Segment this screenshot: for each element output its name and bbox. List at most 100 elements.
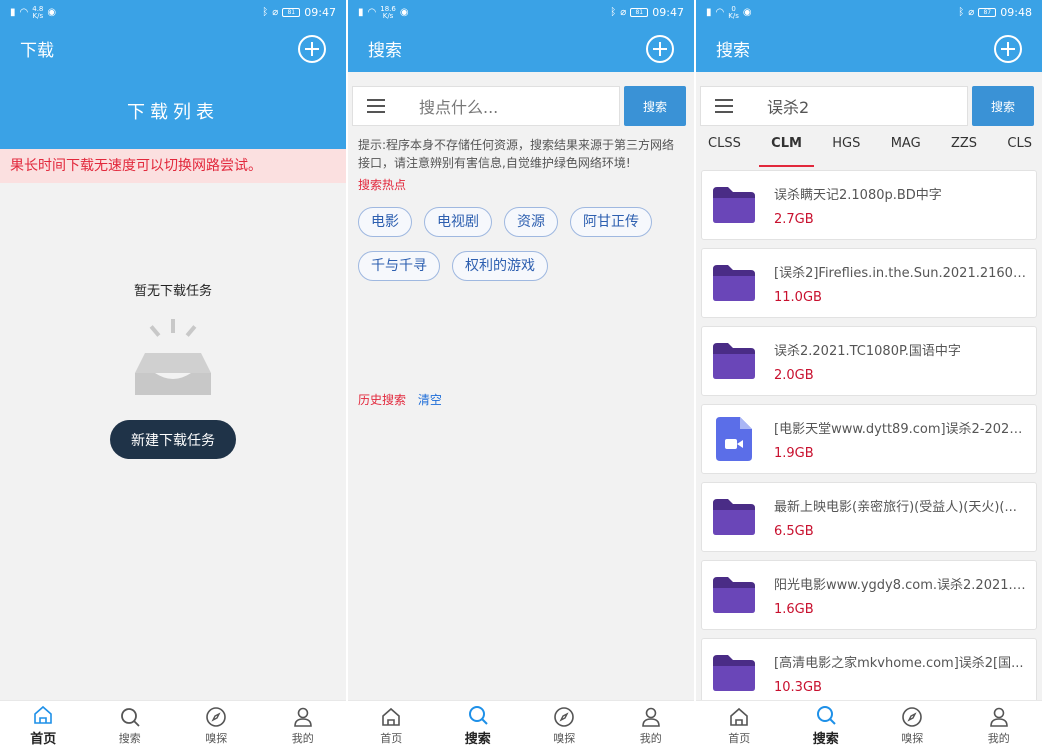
nav-search[interactable]: 搜索: [87, 701, 174, 750]
hot-tag[interactable]: 电影: [358, 207, 412, 237]
result-name: 误杀2.2021.TC1080P.国语中字: [774, 343, 961, 359]
result-item[interactable]: [误杀2]Fireflies.in.the.Sun.2021.2160p....…: [701, 248, 1037, 318]
search-icon: [120, 707, 140, 727]
nav-search[interactable]: 搜索: [435, 701, 522, 750]
empty-state: 暂无下载任务: [0, 280, 346, 397]
search-bar: 误杀2 搜索: [696, 72, 1042, 126]
eye-icon: ◉: [399, 7, 409, 18]
folder-icon: [710, 571, 758, 619]
result-size: 1.6GB: [774, 601, 814, 617]
bluetooth-icon: ᛒ: [958, 7, 965, 18]
search-button[interactable]: 搜索: [972, 86, 1034, 126]
search-placeholder: 搜点什么...: [419, 98, 499, 117]
mute-icon: ⌀: [620, 7, 627, 18]
status-bar: ▮ ◠ 4.8 K/s ◉ ᛒ ⌀ 81 09:47: [0, 0, 346, 25]
mute-icon: ⌀: [272, 7, 279, 18]
nav-label: 搜索: [812, 732, 839, 747]
nav-mine[interactable]: 我的: [956, 701, 1042, 750]
search-icon: [816, 706, 836, 725]
nav-label: 嗅探: [553, 731, 576, 745]
nav-label: 搜索: [118, 731, 141, 745]
search-icon: [468, 706, 488, 725]
hot-tag[interactable]: 权利的游戏: [452, 251, 548, 281]
hot-tags: 电影 电视剧 资源 阿甘正传 千与千寻 权利的游戏: [348, 193, 694, 281]
tab-clm[interactable]: CLM: [759, 136, 814, 167]
tab-mag[interactable]: MAG: [891, 136, 921, 166]
battery-icon: 81: [630, 8, 649, 17]
home-icon: [34, 705, 53, 724]
bluetooth-icon: ᛒ: [610, 7, 617, 18]
net-speed: 0 K/s: [728, 4, 739, 20]
result-item[interactable]: 误杀2.2021.TC1080P.国语中字 2.0GB: [701, 326, 1037, 396]
search-input[interactable]: 误杀2: [700, 86, 968, 126]
clock: 09:47: [304, 6, 336, 19]
source-tabs: CLSS CLM HGS MAG ZZS CLS: [696, 126, 1042, 167]
nav-search[interactable]: 搜索: [783, 701, 870, 750]
result-name: 阳光电影www.ygdy8.com.误杀2.2021.H...: [774, 577, 1028, 593]
result-size: 11.0GB: [774, 289, 822, 305]
search-screen: ▮ ◠ 18.6 K/s ◉ ᛒ ⌀ 81 09:47 搜索 搜点什么... 搜索…: [348, 0, 694, 750]
nav-label: 嗅探: [901, 731, 924, 745]
status-bar: ▮ ◠ 18.6 K/s ◉ ᛒ ⌀ 81 09:47: [348, 0, 694, 25]
search-bar: 搜点什么... 搜索: [348, 72, 694, 126]
add-icon[interactable]: [298, 34, 326, 63]
nav-mine[interactable]: 我的: [608, 701, 695, 750]
result-item[interactable]: 阳光电影www.ygdy8.com.误杀2.2021.H... 1.6GB: [701, 560, 1037, 630]
tab-cls[interactable]: CLS: [1007, 136, 1032, 166]
new-download-task-button[interactable]: 新建下载任务: [110, 420, 236, 459]
tab-clss[interactable]: CLSS: [708, 136, 741, 166]
result-size: 6.5GB: [774, 523, 814, 539]
clear-history-link[interactable]: 清空: [418, 393, 442, 407]
hot-search-title: 搜索热点: [358, 178, 407, 192]
app-bar: 搜索: [696, 25, 1042, 72]
search-button[interactable]: 搜索: [624, 86, 686, 126]
nav-home[interactable]: 首页: [0, 701, 87, 750]
result-item[interactable]: 误杀瞒天记2.1080p.BD中字 2.7GB: [701, 170, 1037, 240]
nav-label: 首页: [380, 731, 403, 745]
bottom-nav: 首页 搜索 嗅探 我的: [0, 700, 346, 750]
user-icon: [641, 707, 660, 727]
nav-sniff[interactable]: 嗅探: [173, 701, 260, 750]
hot-tag[interactable]: 千与千寻: [358, 251, 440, 281]
net-speed: 4.8 K/s: [32, 4, 44, 20]
page-title: 搜索: [716, 41, 750, 61]
menu-icon[interactable]: [367, 99, 385, 113]
page-title: 搜索: [368, 41, 402, 61]
hot-tag[interactable]: 阿甘正传: [570, 207, 652, 237]
empty-tray-icon: [133, 317, 213, 397]
result-text: 误杀瞒天记2.1080p.BD中字 2.7GB: [774, 184, 1028, 227]
hot-tag[interactable]: 电视剧: [424, 207, 492, 237]
result-text: [误杀2]Fireflies.in.the.Sun.2021.2160p....…: [774, 262, 1028, 305]
result-name: [电影天堂www.dytt89.com]误杀2-2021...: [774, 421, 1028, 437]
download-screen: ▮ ◠ 4.8 K/s ◉ ᛒ ⌀ 81 09:47 下载 下载列表 果长时间下载…: [0, 0, 346, 750]
nav-sniff[interactable]: 嗅探: [521, 701, 608, 750]
net-speed: 18.6 K/s: [380, 4, 396, 20]
add-icon[interactable]: [646, 34, 674, 63]
folder-icon: [710, 259, 758, 307]
result-item[interactable]: [电影天堂www.dytt89.com]误杀2-2021... 1.9GB: [701, 404, 1037, 474]
result-text: [高清电影之家mkvhome.com]误杀2[国... 10.3GB: [774, 652, 1028, 695]
tab-zzs[interactable]: ZZS: [951, 136, 977, 166]
nav-home[interactable]: 首页: [696, 701, 783, 750]
clock: 09:47: [652, 6, 684, 19]
add-icon[interactable]: [994, 34, 1022, 63]
nav-label: 嗅探: [205, 731, 228, 745]
search-input[interactable]: 搜点什么...: [352, 86, 620, 126]
tab-hgs[interactable]: HGS: [832, 136, 860, 166]
nav-sniff[interactable]: 嗅探: [869, 701, 956, 750]
folder-icon: [710, 493, 758, 541]
sim-icon: ▮: [706, 7, 712, 18]
folder-icon: [710, 181, 758, 229]
nav-home[interactable]: 首页: [348, 701, 435, 750]
empty-title: 暂无下载任务: [133, 284, 212, 299]
result-text: 误杀2.2021.TC1080P.国语中字 2.0GB: [774, 340, 1028, 383]
menu-icon[interactable]: [715, 99, 733, 113]
hot-tag[interactable]: 资源: [504, 207, 558, 237]
history-label: 历史搜索: [358, 393, 407, 407]
bottom-nav: 首页 搜索 嗅探 我的: [696, 700, 1042, 750]
app-bar: 搜索: [348, 25, 694, 72]
nav-mine[interactable]: 我的: [260, 701, 347, 750]
result-item[interactable]: [高清电影之家mkvhome.com]误杀2[国... 10.3GB: [701, 638, 1037, 708]
compass-icon: [554, 706, 575, 727]
result-item[interactable]: 最新上映电影(亲密旅行)(受益人)(天火)(... 6.5GB: [701, 482, 1037, 552]
